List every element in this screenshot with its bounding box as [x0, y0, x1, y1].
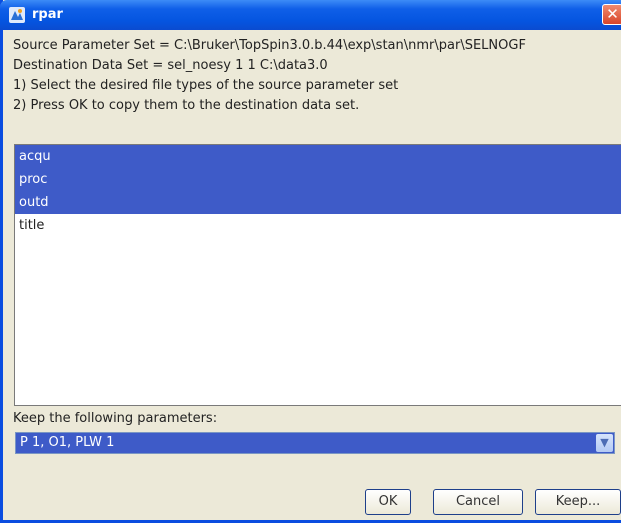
file-types-list[interactable]: acqu proc outd title [14, 144, 621, 406]
title-bar[interactable]: rpar ✕ [0, 0, 621, 30]
keep-parameters-label: Keep the following parameters: [13, 411, 218, 426]
close-button[interactable]: ✕ [602, 4, 621, 25]
list-item-label: proc [19, 172, 48, 187]
list-item-acqu[interactable]: acqu [15, 145, 621, 168]
keep-parameters-select[interactable]: P 1, O1, PLW 1 ▼ [15, 432, 615, 454]
list-item-label: title [19, 218, 45, 233]
close-icon: ✕ [606, 5, 619, 23]
list-item-label: outd [19, 195, 49, 210]
source-parameter-set-text: Source Parameter Set = C:\Bruker\TopSpin… [13, 38, 526, 53]
list-item-title[interactable]: title [15, 214, 621, 237]
destination-data-set-text: Destination Data Set = sel_noesy 1 1 C:\… [13, 58, 328, 73]
keep-button[interactable]: Keep... [535, 489, 621, 515]
ok-button[interactable]: OK [365, 489, 411, 515]
window-title: rpar [32, 7, 63, 22]
list-item-proc[interactable]: proc [15, 168, 621, 191]
keep-parameters-value: P 1, O1, PLW 1 [20, 435, 115, 450]
list-item-label: acqu [19, 149, 51, 164]
chevron-down-icon[interactable]: ▼ [596, 434, 613, 452]
rpar-dialog: rpar ✕ Source Parameter Set = C:\Bruker\… [0, 0, 621, 523]
instruction-step-2: 2) Press OK to copy them to the destinat… [13, 98, 360, 113]
instruction-step-1: 1) Select the desired file types of the … [13, 78, 399, 93]
topspin-app-icon [9, 7, 25, 23]
cancel-button[interactable]: Cancel [433, 489, 523, 515]
list-item-outd[interactable]: outd [15, 191, 621, 214]
